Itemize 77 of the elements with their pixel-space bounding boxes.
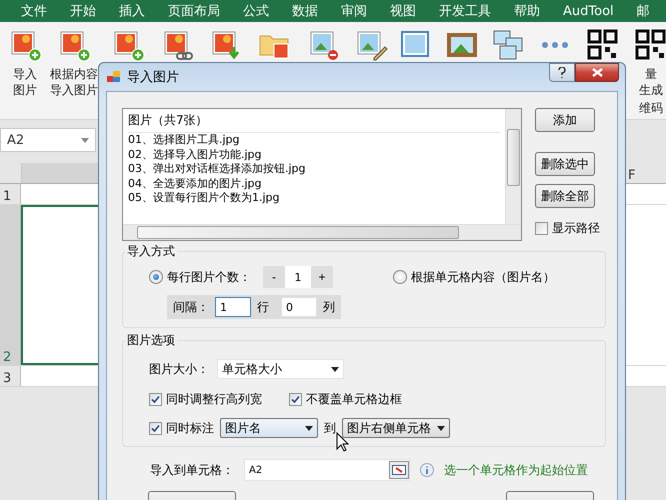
ribbon-button-label[interactable]: 根据内容 导入图片 xyxy=(50,66,98,98)
dialog-button[interactable]: 添加 xyxy=(535,108,595,132)
ribbon-button-label[interactable]: 量 生成 xyxy=(639,66,663,98)
menu-tab[interactable]: 审阅 xyxy=(330,2,379,20)
menu-tab[interactable]: AudTool xyxy=(552,4,626,18)
annotate-field-dropdown[interactable]: 图片名 xyxy=(220,418,318,438)
row-spacing-input[interactable]: 1 xyxy=(215,297,251,317)
app-icon xyxy=(107,71,121,83)
dialog-button[interactable]: 删除全部 xyxy=(535,184,595,208)
dropdown-arrow-icon xyxy=(437,426,445,430)
qr-code-icon[interactable] xyxy=(586,28,620,62)
number-stepper[interactable]: - 1 + xyxy=(263,266,333,288)
group-title: 导入方式 xyxy=(126,243,176,260)
unit-label: 行 xyxy=(257,298,269,316)
vertical-scrollbar[interactable] xyxy=(505,109,521,224)
decrement-button[interactable]: - xyxy=(263,266,285,288)
show-path-checkbox[interactable]: 显示路径 xyxy=(535,220,600,237)
menu-tab[interactable]: 页面布局 xyxy=(157,2,232,20)
spacing-label: 间隔： xyxy=(173,298,209,316)
option-checkbox[interactable]: 不覆盖单元格边框 xyxy=(289,391,402,408)
dropdown-arrow-icon xyxy=(81,138,89,142)
list-item[interactable]: 04、全选要添加的图片.jpg xyxy=(128,176,500,191)
help-button[interactable] xyxy=(549,63,575,82)
menu-tab[interactable]: 开始 xyxy=(59,2,108,20)
checkmark-icon xyxy=(151,395,160,404)
menu-tab[interactable]: 数据 xyxy=(281,2,330,20)
menu-tab[interactable]: 文件 xyxy=(10,2,59,20)
menu-tab[interactable]: 插入 xyxy=(108,2,157,20)
dialog-title: 导入图片 xyxy=(127,69,179,86)
list-header: 图片（共7张） xyxy=(128,109,500,133)
dropdown-arrow-icon xyxy=(305,426,313,430)
qr-code-icon[interactable] xyxy=(634,28,666,62)
to-label: 到 xyxy=(324,420,336,436)
close-icon xyxy=(592,68,602,77)
mouse-pointer-icon xyxy=(336,432,349,452)
dialog-button[interactable]: 删除选中 xyxy=(535,152,595,176)
list-item[interactable]: 03、弹出对对话框选择添加按钮.jpg xyxy=(128,162,500,176)
picture-list[interactable]: 图片（共7张） 01、选择图片工具.jpg 02、选择导入图片功能.jpg 03、弹出对对话框选择添加按钮.jpg 04、全选要添加的图片.jpg 05、设置每行图片个数为1.jpg xyxy=(122,108,522,241)
target-cell-label: 导入到单元格： xyxy=(150,462,234,478)
close-button[interactable] xyxy=(575,63,619,82)
menu-tab[interactable]: 公式 xyxy=(232,2,281,20)
annotate-target-dropdown[interactable]: 图片右侧单元格 xyxy=(342,418,450,438)
name-box[interactable]: A2 xyxy=(0,128,96,152)
menu-tab[interactable]: 帮助 xyxy=(503,2,552,20)
group-title: 图片选项 xyxy=(126,332,176,349)
column-spacing-input[interactable]: 0 xyxy=(281,297,317,317)
menu-tab[interactable]: 视图 xyxy=(379,2,428,20)
size-label: 图片大小： xyxy=(149,360,209,378)
menu-tab[interactable]: 邮 xyxy=(626,2,662,20)
radio-option[interactable]: 根据单元格内容（图片名） xyxy=(393,268,555,286)
unit-label: 列 xyxy=(323,298,335,316)
radio-option[interactable]: 每行图片个数： xyxy=(149,268,251,286)
menu-tab[interactable]: 开发工具 xyxy=(428,2,503,20)
annotate-checkbox[interactable]: 同时标注 xyxy=(149,420,214,436)
info-icon xyxy=(420,463,434,477)
horizontal-scrollbar[interactable] xyxy=(123,224,521,240)
selected-cell[interactable] xyxy=(21,205,100,365)
checkmark-icon xyxy=(291,395,300,404)
list-item[interactable]: 05、设置每行图片个数为1.jpg xyxy=(128,191,500,206)
row-header[interactable]: 1 xyxy=(0,184,21,204)
list-item[interactable]: 02、选择导入图片功能.jpg xyxy=(128,148,500,162)
cell-picker-button[interactable] xyxy=(389,461,409,479)
hint-text: 选一个单元格作为起始位置 xyxy=(444,462,588,478)
ribbon-button-label[interactable]: 导入 图片 xyxy=(13,66,37,98)
size-dropdown[interactable]: 单元格大小 xyxy=(217,359,344,379)
increment-button[interactable]: + xyxy=(311,266,333,288)
target-cell-input[interactable]: A2 xyxy=(244,459,410,481)
option-checkbox[interactable]: 同时调整行高列宽 xyxy=(149,391,262,408)
stepper-value[interactable]: 1 xyxy=(285,266,311,288)
row-header[interactable]: 2 xyxy=(0,205,21,365)
row-header[interactable]: 3 xyxy=(0,366,21,386)
ribbon-group-label: 维码 xyxy=(639,100,663,117)
question-mark-icon xyxy=(558,67,566,78)
checkmark-icon xyxy=(151,424,160,432)
list-item[interactable]: 01、选择图片工具.jpg xyxy=(128,133,500,148)
dropdown-arrow-icon xyxy=(331,366,339,372)
column-header[interactable]: F xyxy=(624,163,666,183)
